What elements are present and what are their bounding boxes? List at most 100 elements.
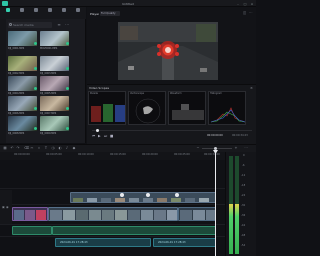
- media-item[interactable]: DJI_0008.MP4: [8, 116, 37, 136]
- video-clip[interactable]: [12, 207, 48, 221]
- media-item[interactable]: MOV0001.MP4: [40, 31, 69, 51]
- snapshot-icon[interactable]: ◫: [243, 11, 247, 15]
- audio-clip[interactable]: [52, 226, 216, 235]
- lock-icon[interactable]: ▣: [2, 206, 5, 209]
- parade-scope: Parade: [88, 91, 126, 125]
- meter-label: -18: [241, 184, 246, 187]
- vectorscope: Vectorscope: [128, 91, 166, 125]
- zoom-in-icon[interactable]: +: [234, 146, 238, 150]
- window-title: Untitled: [122, 1, 134, 6]
- media-item[interactable]: DJI_0009.MP4: [40, 116, 69, 136]
- search-icon: [9, 23, 12, 26]
- current-timecode: 00:00:00:00: [207, 134, 223, 137]
- total-duration: 00:00:34:23: [232, 134, 248, 137]
- keyframe-icon[interactable]: ◆: [72, 146, 76, 150]
- progress-track[interactable]: [92, 130, 252, 131]
- ruler-mark: 00:00:10:00: [78, 153, 94, 156]
- tab-transitions[interactable]: Transitions: [57, 8, 70, 28]
- media-tabs: Media Stock Media Audio Titles Transitio…: [0, 7, 86, 47]
- crop-icon[interactable]: ⌗: [37, 146, 41, 150]
- audio-icon[interactable]: ♪: [65, 146, 69, 150]
- tab-audio[interactable]: Audio: [29, 8, 42, 28]
- meter-level-right: [235, 204, 239, 254]
- media-item[interactable]: DJI_0003.MP4: [40, 56, 69, 76]
- track-divider: [0, 224, 225, 225]
- close-icon[interactable]: ×: [250, 86, 254, 90]
- meter-label: -24: [241, 194, 246, 197]
- quality-select[interactable]: Full Quality: [100, 11, 120, 16]
- track-divider: [0, 188, 225, 189]
- check-icon: [65, 42, 69, 45]
- check-icon: [65, 87, 69, 90]
- media-item[interactable]: DJI_0007.MP4: [40, 96, 69, 116]
- media-item[interactable]: DJI_0005.MP4: [40, 76, 69, 96]
- check-icon: [33, 42, 37, 45]
- media-item[interactable]: DJI_0001.MP4: [8, 31, 37, 51]
- color-icon[interactable]: ◐: [58, 146, 62, 150]
- meter-label: -42: [241, 224, 246, 227]
- video-clip[interactable]: [70, 192, 216, 203]
- minimize-icon[interactable]: –: [236, 2, 240, 6]
- tab-stock-media[interactable]: Stock Media: [15, 8, 28, 47]
- tab-media[interactable]: Media: [1, 8, 14, 28]
- search-input[interactable]: Search media: [8, 22, 52, 28]
- video-preview[interactable]: [118, 22, 218, 80]
- audio-icon: [33, 8, 38, 12]
- check-icon: [33, 127, 37, 130]
- split-icon[interactable]: ✂: [30, 146, 34, 150]
- meter-level-left: [229, 204, 233, 254]
- check-icon: [65, 127, 69, 130]
- delete-icon[interactable]: ⌫: [24, 146, 29, 150]
- skip-back-icon[interactable]: ⏮: [92, 134, 96, 138]
- speed-icon[interactable]: ◷: [51, 146, 55, 150]
- app-logo-icon: [2, 1, 8, 6]
- play-icon[interactable]: ▶: [98, 134, 102, 138]
- skip-forward-icon[interactable]: ⏭: [104, 134, 108, 138]
- meter-label: -6: [242, 164, 245, 167]
- tab-templates[interactable]: Templates: [71, 8, 85, 28]
- audio-clip[interactable]: 2024-06-01 17:28:43: [55, 238, 151, 247]
- zoom-out-icon[interactable]: −: [196, 146, 200, 150]
- meter-label: -30: [241, 204, 246, 207]
- ruler-mark: 00:00:00:00: [14, 153, 30, 156]
- effect-marker-icon[interactable]: [120, 193, 124, 197]
- media-item[interactable]: DJI_0002.MP4: [8, 56, 37, 76]
- audio-clip[interactable]: 2024-06-01 17:28:43: [153, 238, 216, 247]
- maximize-icon[interactable]: □: [243, 2, 247, 6]
- meter-label: -12: [241, 174, 246, 177]
- more-icon[interactable]: ⋯: [64, 22, 70, 28]
- more-icon[interactable]: ⋯: [249, 11, 253, 15]
- video-clip[interactable]: [48, 207, 178, 221]
- video-clip[interactable]: [178, 207, 216, 221]
- ruler-mark: 00:00:30:00: [204, 153, 220, 156]
- undo-icon[interactable]: ↶: [10, 146, 14, 150]
- effect-marker-icon[interactable]: [146, 193, 150, 197]
- playhead[interactable]: [215, 150, 216, 256]
- player-tab[interactable]: Player: [90, 12, 99, 16]
- media-item[interactable]: DJI_0006.MP4: [8, 96, 37, 116]
- ruler-mark: 00:00:20:00: [142, 153, 158, 156]
- meter-label: -36: [241, 214, 246, 217]
- stop-icon[interactable]: ■: [110, 134, 114, 138]
- check-icon: [33, 67, 37, 70]
- text-icon[interactable]: T: [44, 146, 48, 150]
- filter-icon[interactable]: ≡: [56, 22, 62, 28]
- layout-icon[interactable]: ▦: [3, 146, 7, 150]
- media-icon: [5, 8, 10, 12]
- effect-marker-icon[interactable]: [175, 193, 179, 197]
- more-icon[interactable]: ⋯: [244, 146, 248, 150]
- track-divider: [0, 204, 225, 205]
- media-item[interactable]: DJI_0004.MP4: [8, 76, 37, 96]
- audio-clip[interactable]: [12, 226, 52, 235]
- titles-icon: [47, 8, 52, 12]
- redo-icon[interactable]: ↷: [16, 146, 20, 150]
- check-icon: [65, 67, 69, 70]
- check-icon: [65, 107, 69, 110]
- tab-titles[interactable]: Titles: [43, 8, 56, 28]
- eye-icon[interactable]: ◉: [6, 206, 9, 209]
- progress-handle[interactable]: [96, 129, 99, 132]
- close-icon[interactable]: ×: [250, 2, 254, 6]
- zoom-slider[interactable]: [202, 147, 232, 149]
- ruler-mark: 00:00:15:00: [110, 153, 126, 156]
- media-folder-sidebar[interactable]: [0, 19, 6, 143]
